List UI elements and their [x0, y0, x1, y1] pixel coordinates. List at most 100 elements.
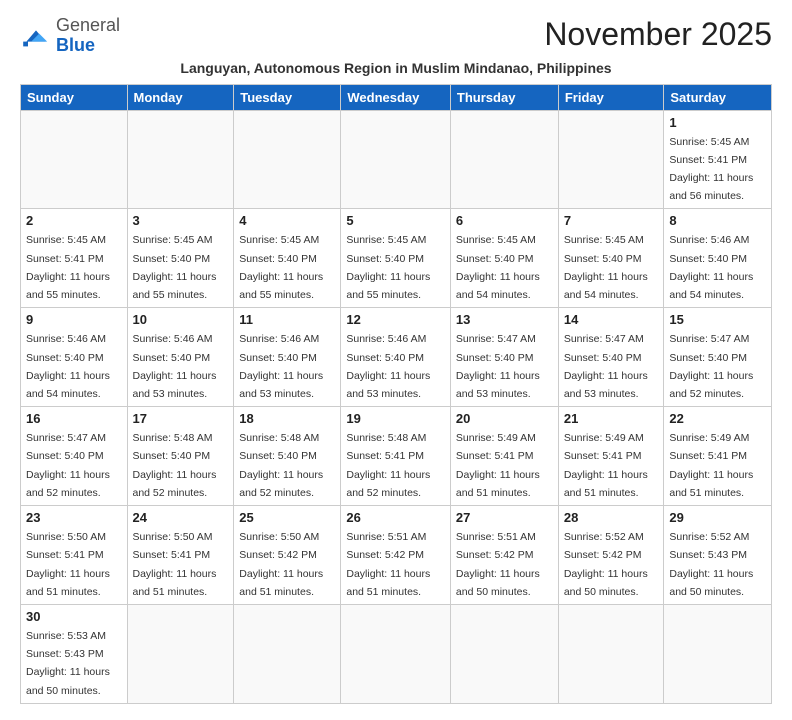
- day-num-28: 28: [564, 510, 659, 525]
- empty-cell: [341, 110, 451, 209]
- empty-cell: [341, 604, 451, 703]
- day-9: 9 Sunrise: 5:46 AMSunset: 5:40 PMDayligh…: [21, 308, 128, 407]
- day-13: 13 Sunrise: 5:47 AMSunset: 5:40 PMDaylig…: [450, 308, 558, 407]
- day-num-6: 6: [456, 213, 553, 228]
- day-num-5: 5: [346, 213, 445, 228]
- calendar-row-1: 1 Sunrise: 5:45 AMSunset: 5:41 PMDayligh…: [21, 110, 772, 209]
- day-30: 30 Sunrise: 5:53 AMSunset: 5:43 PMDaylig…: [21, 604, 128, 703]
- day-3: 3 Sunrise: 5:45 AMSunset: 5:40 PMDayligh…: [127, 209, 234, 308]
- day-num-1: 1: [669, 115, 766, 130]
- day-info-22: Sunrise: 5:49 AMSunset: 5:41 PMDaylight:…: [669, 432, 753, 499]
- day-num-29: 29: [669, 510, 766, 525]
- calendar-row-3: 9 Sunrise: 5:46 AMSunset: 5:40 PMDayligh…: [21, 308, 772, 407]
- day-info-4: Sunrise: 5:45 AMSunset: 5:40 PMDaylight:…: [239, 234, 323, 301]
- day-23: 23 Sunrise: 5:50 AMSunset: 5:41 PMDaylig…: [21, 506, 128, 605]
- calendar-row-6: 30 Sunrise: 5:53 AMSunset: 5:43 PMDaylig…: [21, 604, 772, 703]
- day-6: 6 Sunrise: 5:45 AMSunset: 5:40 PMDayligh…: [450, 209, 558, 308]
- empty-cell: [450, 604, 558, 703]
- day-info-7: Sunrise: 5:45 AMSunset: 5:40 PMDaylight:…: [564, 234, 648, 301]
- day-16: 16 Sunrise: 5:47 AMSunset: 5:40 PMDaylig…: [21, 407, 128, 506]
- day-info-9: Sunrise: 5:46 AMSunset: 5:40 PMDaylight:…: [26, 333, 110, 400]
- day-1: 1 Sunrise: 5:45 AMSunset: 5:41 PMDayligh…: [664, 110, 772, 209]
- day-info-19: Sunrise: 5:48 AMSunset: 5:41 PMDaylight:…: [346, 432, 430, 499]
- logo: General Blue: [20, 16, 120, 56]
- day-info-18: Sunrise: 5:48 AMSunset: 5:40 PMDaylight:…: [239, 432, 323, 499]
- header-tuesday: Tuesday: [234, 84, 341, 110]
- day-num-24: 24: [133, 510, 229, 525]
- day-info-16: Sunrise: 5:47 AMSunset: 5:40 PMDaylight:…: [26, 432, 110, 499]
- empty-cell: [664, 604, 772, 703]
- day-18: 18 Sunrise: 5:48 AMSunset: 5:40 PMDaylig…: [234, 407, 341, 506]
- day-info-30: Sunrise: 5:53 AMSunset: 5:43 PMDaylight:…: [26, 630, 110, 697]
- calendar-row-5: 23 Sunrise: 5:50 AMSunset: 5:41 PMDaylig…: [21, 506, 772, 605]
- day-num-18: 18: [239, 411, 335, 426]
- day-num-19: 19: [346, 411, 445, 426]
- calendar-header-row: Sunday Monday Tuesday Wednesday Thursday…: [21, 84, 772, 110]
- day-info-17: Sunrise: 5:48 AMSunset: 5:40 PMDaylight:…: [133, 432, 217, 499]
- day-num-9: 9: [26, 312, 122, 327]
- day-num-4: 4: [239, 213, 335, 228]
- day-num-8: 8: [669, 213, 766, 228]
- logo-icon: [20, 24, 52, 48]
- day-info-12: Sunrise: 5:46 AMSunset: 5:40 PMDaylight:…: [346, 333, 430, 400]
- day-24: 24 Sunrise: 5:50 AMSunset: 5:41 PMDaylig…: [127, 506, 234, 605]
- empty-cell: [558, 110, 664, 209]
- day-info-10: Sunrise: 5:46 AMSunset: 5:40 PMDaylight:…: [133, 333, 217, 400]
- day-11: 11 Sunrise: 5:46 AMSunset: 5:40 PMDaylig…: [234, 308, 341, 407]
- day-num-13: 13: [456, 312, 553, 327]
- day-info-3: Sunrise: 5:45 AMSunset: 5:40 PMDaylight:…: [133, 234, 217, 301]
- day-7: 7 Sunrise: 5:45 AMSunset: 5:40 PMDayligh…: [558, 209, 664, 308]
- day-num-3: 3: [133, 213, 229, 228]
- day-info-15: Sunrise: 5:47 AMSunset: 5:40 PMDaylight:…: [669, 333, 753, 400]
- day-info-2: Sunrise: 5:45 AMSunset: 5:41 PMDaylight:…: [26, 234, 110, 301]
- day-12: 12 Sunrise: 5:46 AMSunset: 5:40 PMDaylig…: [341, 308, 451, 407]
- day-15: 15 Sunrise: 5:47 AMSunset: 5:40 PMDaylig…: [664, 308, 772, 407]
- day-num-10: 10: [133, 312, 229, 327]
- calendar: Sunday Monday Tuesday Wednesday Thursday…: [20, 84, 772, 704]
- day-num-11: 11: [239, 312, 335, 327]
- day-num-16: 16: [26, 411, 122, 426]
- header: General Blue November 2025: [20, 16, 772, 56]
- day-22: 22 Sunrise: 5:49 AMSunset: 5:41 PMDaylig…: [664, 407, 772, 506]
- empty-cell: [127, 604, 234, 703]
- day-info-23: Sunrise: 5:50 AMSunset: 5:41 PMDaylight:…: [26, 531, 110, 598]
- day-info-27: Sunrise: 5:51 AMSunset: 5:42 PMDaylight:…: [456, 531, 540, 598]
- logo-text: General Blue: [56, 16, 120, 56]
- header-wednesday: Wednesday: [341, 84, 451, 110]
- header-thursday: Thursday: [450, 84, 558, 110]
- day-info-21: Sunrise: 5:49 AMSunset: 5:41 PMDaylight:…: [564, 432, 648, 499]
- day-info-5: Sunrise: 5:45 AMSunset: 5:40 PMDaylight:…: [346, 234, 430, 301]
- day-info-11: Sunrise: 5:46 AMSunset: 5:40 PMDaylight:…: [239, 333, 323, 400]
- day-num-27: 27: [456, 510, 553, 525]
- day-26: 26 Sunrise: 5:51 AMSunset: 5:42 PMDaylig…: [341, 506, 451, 605]
- calendar-row-2: 2 Sunrise: 5:45 AMSunset: 5:41 PMDayligh…: [21, 209, 772, 308]
- day-num-30: 30: [26, 609, 122, 624]
- day-num-14: 14: [564, 312, 659, 327]
- day-17: 17 Sunrise: 5:48 AMSunset: 5:40 PMDaylig…: [127, 407, 234, 506]
- day-num-17: 17: [133, 411, 229, 426]
- day-21: 21 Sunrise: 5:49 AMSunset: 5:41 PMDaylig…: [558, 407, 664, 506]
- calendar-row-4: 16 Sunrise: 5:47 AMSunset: 5:40 PMDaylig…: [21, 407, 772, 506]
- day-8: 8 Sunrise: 5:46 AMSunset: 5:40 PMDayligh…: [664, 209, 772, 308]
- day-10: 10 Sunrise: 5:46 AMSunset: 5:40 PMDaylig…: [127, 308, 234, 407]
- subtitle: Languyan, Autonomous Region in Muslim Mi…: [20, 60, 772, 76]
- day-num-2: 2: [26, 213, 122, 228]
- header-sunday: Sunday: [21, 84, 128, 110]
- day-info-1: Sunrise: 5:45 AMSunset: 5:41 PMDaylight:…: [669, 136, 753, 203]
- empty-cell: [558, 604, 664, 703]
- day-14: 14 Sunrise: 5:47 AMSunset: 5:40 PMDaylig…: [558, 308, 664, 407]
- day-info-28: Sunrise: 5:52 AMSunset: 5:42 PMDaylight:…: [564, 531, 648, 598]
- day-25: 25 Sunrise: 5:50 AMSunset: 5:42 PMDaylig…: [234, 506, 341, 605]
- empty-cell: [450, 110, 558, 209]
- day-num-12: 12: [346, 312, 445, 327]
- day-num-7: 7: [564, 213, 659, 228]
- day-num-26: 26: [346, 510, 445, 525]
- day-info-24: Sunrise: 5:50 AMSunset: 5:41 PMDaylight:…: [133, 531, 217, 598]
- day-num-23: 23: [26, 510, 122, 525]
- day-27: 27 Sunrise: 5:51 AMSunset: 5:42 PMDaylig…: [450, 506, 558, 605]
- day-info-13: Sunrise: 5:47 AMSunset: 5:40 PMDaylight:…: [456, 333, 540, 400]
- day-info-26: Sunrise: 5:51 AMSunset: 5:42 PMDaylight:…: [346, 531, 430, 598]
- day-info-25: Sunrise: 5:50 AMSunset: 5:42 PMDaylight:…: [239, 531, 323, 598]
- day-2: 2 Sunrise: 5:45 AMSunset: 5:41 PMDayligh…: [21, 209, 128, 308]
- day-info-8: Sunrise: 5:46 AMSunset: 5:40 PMDaylight:…: [669, 234, 753, 301]
